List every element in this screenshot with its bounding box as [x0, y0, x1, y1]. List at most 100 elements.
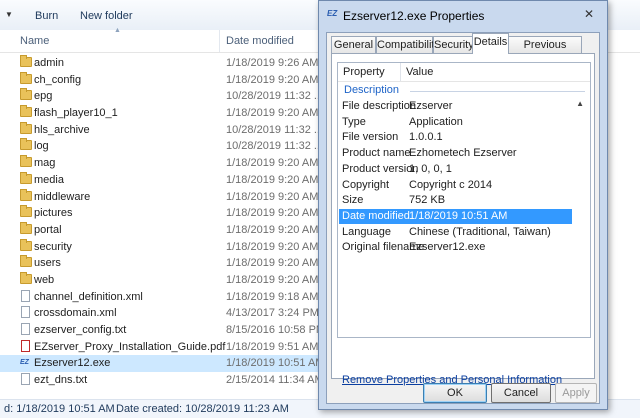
file-row[interactable]: channel_definition.xml 1/18/2019 9:18 AM: [0, 289, 320, 306]
file-date-modified: 1/18/2019 9:20 AM: [226, 207, 319, 220]
folder-icon: [20, 155, 32, 168]
file-name: web: [34, 273, 55, 286]
tab-details[interactable]: Details: [472, 33, 509, 54]
dialog-body: General Compatibility Security Details P…: [326, 32, 600, 404]
file-row[interactable]: ezt_dns.txt 2/15/2014 11:34 AM: [0, 372, 324, 389]
file-row[interactable]: web 1/18/2019 9:20 AM: [0, 271, 320, 289]
file-row[interactable]: media 1/18/2019 9:20 AM: [0, 171, 320, 189]
header-divider: [338, 81, 590, 82]
apply-button[interactable]: Apply: [555, 383, 597, 403]
file-row[interactable]: epg 10/28/2019 11:32 ...: [0, 88, 324, 105]
folder-icon: [20, 55, 32, 67]
property-key: Copyright: [342, 178, 390, 191]
exe-app-icon: EZ: [20, 359, 29, 367]
file-row[interactable]: middleware 1/18/2019 9:20 AM: [0, 188, 320, 206]
folder-icon: [20, 255, 32, 268]
file-date-modified: 1/18/2019 9:20 AM: [226, 257, 319, 270]
file-row[interactable]: log 10/28/2019 11:32 ...: [0, 138, 323, 155]
property-value: Copyright c 2014: [409, 178, 493, 191]
property-column-header[interactable]: Property: [343, 63, 385, 81]
file-date-modified: 10/28/2019 11:32 ...: [226, 90, 324, 103]
file-list: admin 1/18/2019 9:26 AM ch_config 1/18/2019…: [0, 55, 325, 389]
property-row[interactable]: Copyright Copyright c 2014: [339, 178, 572, 193]
file-name: ezserver_config.txt: [34, 324, 127, 336]
property-value: Ezserver: [409, 100, 453, 112]
file-name: pictures: [34, 207, 73, 220]
scroll-up-icon[interactable]: ▲: [576, 99, 584, 108]
property-row[interactable]: File description Ezserver: [339, 99, 572, 114]
folder-icon: [20, 71, 32, 84]
cancel-button[interactable]: Cancel: [491, 383, 551, 403]
new-folder-button[interactable]: New folder: [80, 10, 133, 22]
file-row[interactable]: pictures 1/18/2019 9:20 AM: [0, 205, 320, 222]
file-row[interactable]: EZserver_Proxy_Installation_Guide.pdf 1/1…: [0, 339, 320, 356]
folder-icon: [20, 238, 32, 251]
chevron-down-icon[interactable]: ▼: [5, 10, 13, 19]
tab-security[interactable]: Security: [433, 36, 474, 53]
file-icon: [21, 289, 30, 302]
file-row[interactable]: portal 1/18/2019 9:20 AM: [0, 221, 320, 239]
file-row[interactable]: admin 1/18/2019 9:26 AM: [0, 55, 320, 72]
file-name: ezt_dns.txt: [34, 374, 88, 387]
dialog-titlebar[interactable]: EZ Ezserver12.exe Properties ✕: [319, 1, 607, 31]
exe-app-icon: EZ: [327, 9, 338, 18]
column-divider[interactable]: [219, 30, 220, 52]
file-name: flash_player10_1: [34, 107, 118, 120]
file-row[interactable]: users 1/18/2019 9:20 AM: [0, 255, 320, 272]
file-icon: [21, 373, 30, 386]
file-date-modified: 10/28/2019 11:32 ...: [226, 123, 324, 136]
file-date-modified: 1/18/2019 9:20 AM: [226, 223, 319, 236]
file-name: crossdomain.xml: [34, 307, 117, 320]
close-icon[interactable]: ✕: [578, 6, 600, 22]
property-row[interactable]: Date modified 1/18/2019 10:51 AM: [339, 208, 572, 224]
file-name: users: [34, 257, 61, 270]
property-row[interactable]: File version 1.0.0.1: [339, 130, 572, 145]
file-icon: [21, 306, 30, 319]
file-row[interactable]: hls_archive 10/28/2019 11:32 ...: [0, 121, 324, 139]
column-date-modified[interactable]: Date modified: [226, 35, 294, 47]
property-row[interactable]: Product name Ezhometech Ezserver: [339, 146, 572, 161]
burn-button[interactable]: Burn: [35, 10, 58, 22]
value-column-header[interactable]: Value: [406, 63, 433, 81]
property-row[interactable]: Type Application: [339, 115, 572, 130]
column-name[interactable]: Name: [20, 35, 49, 47]
property-key: Product name: [342, 147, 411, 160]
file-row[interactable]: crossdomain.xml 4/13/2017 3:24 PM: [0, 305, 320, 322]
ok-button[interactable]: OK: [423, 383, 487, 403]
column-divider[interactable]: [400, 63, 401, 81]
folder-icon: [20, 105, 32, 118]
file-name: admin: [34, 57, 64, 69]
folder-icon: [20, 205, 32, 218]
file-name: log: [34, 140, 49, 153]
file-name: security: [34, 240, 72, 253]
file-name: ch_config: [34, 73, 82, 86]
file-row[interactable]: EZ Ezserver12.exe 1/18/2019 10:51 AM: [0, 355, 324, 373]
property-key: Language: [342, 225, 391, 238]
file-date-modified: 1/18/2019 10:51 AM: [226, 357, 325, 370]
property-key: Size: [342, 194, 364, 207]
file-row[interactable]: mag 1/18/2019 9:20 AM: [0, 155, 320, 172]
file-name: hls_archive: [34, 123, 90, 136]
file-row[interactable]: ezserver_config.txt 8/15/2016 10:58 PM: [0, 322, 325, 339]
file-row[interactable]: flash_player10_1 1/18/2019 9:20 AM: [0, 105, 320, 122]
property-value: Chinese (Traditional, Taiwan): [409, 225, 551, 238]
property-value: Application: [409, 115, 463, 128]
sort-ascending-icon: ▲: [114, 27, 121, 34]
tab-previous-versions[interactable]: Previous Versions: [508, 36, 582, 67]
file-date-modified: 1/18/2019 9:20 AM: [226, 73, 319, 86]
tab-compatibility[interactable]: Compatibility: [376, 36, 440, 53]
file-row[interactable]: ch_config 1/18/2019 9:20 AM: [0, 71, 320, 89]
property-row[interactable]: Product version 1, 0, 0, 1: [339, 162, 572, 177]
property-row[interactable]: Original filename Ezserver12.exe: [339, 240, 572, 255]
file-date-modified: 1/18/2019 9:20 AM: [226, 190, 319, 203]
property-row[interactable]: Size 752 KB: [339, 193, 572, 208]
tab-general[interactable]: General: [331, 36, 376, 53]
property-row[interactable]: Language Chinese (Traditional, Taiwan): [339, 225, 572, 240]
property-key: File version: [342, 131, 399, 144]
folder-icon: [20, 188, 32, 201]
file-row[interactable]: security 1/18/2019 9:20 AM: [0, 238, 320, 256]
folder-icon: [20, 171, 32, 184]
file-name: epg: [34, 90, 53, 103]
file-name: Ezserver12.exe: [34, 357, 111, 370]
property-key: Date modified: [342, 209, 410, 222]
